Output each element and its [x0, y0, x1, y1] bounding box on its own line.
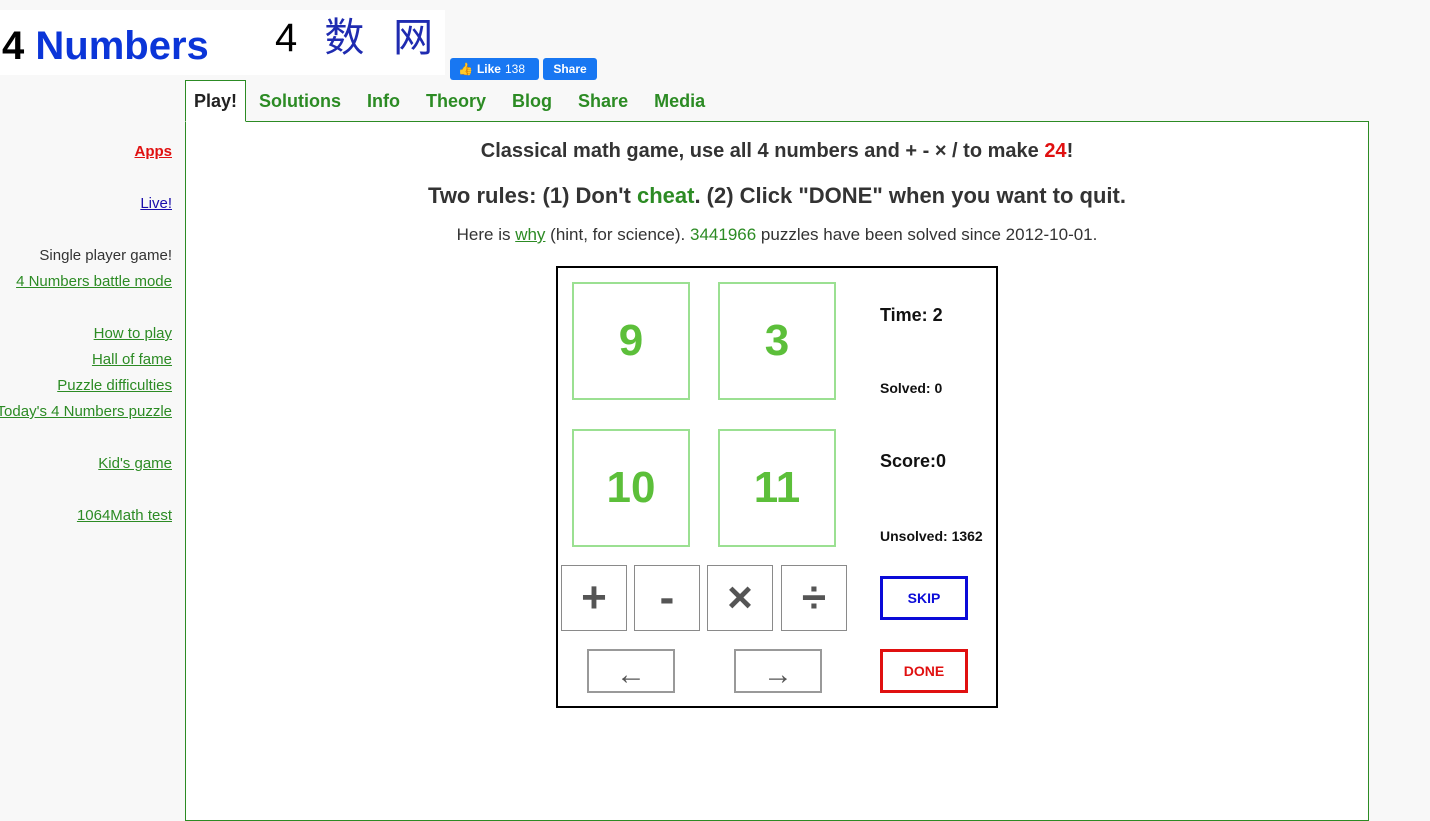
sidebar-link-battle-mode[interactable]: 4 Numbers battle mode	[16, 273, 172, 290]
tab-blog[interactable]: Blog	[499, 80, 565, 122]
logo-cn-four: 4	[275, 16, 306, 60]
headline-suffix: !	[1066, 140, 1074, 162]
game-board: 9 3 10 11 Time: 2 Solved: 0 Score:0 Unso…	[556, 266, 998, 708]
sidebar-link-kids-game[interactable]: Kid's game	[98, 455, 172, 472]
tab-media[interactable]: Media	[641, 80, 718, 122]
why-link[interactable]: why	[515, 225, 545, 244]
number-card-2[interactable]: 3	[718, 282, 836, 400]
sidebar-link-how-to-play[interactable]: How to play	[94, 325, 172, 342]
share-label: Share	[553, 62, 587, 76]
number-card-4[interactable]: 11	[718, 429, 836, 547]
solved-display: Solved: 0	[880, 380, 943, 396]
like-count: 138	[504, 62, 525, 76]
minus-button[interactable]: -	[634, 565, 700, 631]
hint-prefix: Here is	[456, 225, 516, 244]
skip-button[interactable]: SKIP	[880, 576, 968, 620]
cheat-link[interactable]: cheat	[637, 183, 694, 208]
logo-cn-chars: 数 网	[324, 15, 442, 61]
tab-theory[interactable]: Theory	[413, 80, 499, 122]
tab-play[interactable]: Play!	[185, 80, 247, 122]
thumbs-up-icon: 👍	[458, 62, 473, 76]
multiply-button[interactable]: ×	[707, 565, 773, 631]
rules-prefix: Two rules: (1) Don't	[428, 183, 637, 208]
sidebar-link-apps[interactable]: Apps	[135, 143, 173, 160]
number-card-1[interactable]: 9	[572, 282, 690, 400]
sidebar-link-todays-puzzle[interactable]: Today's 4 Numbers puzzle	[0, 403, 172, 420]
hint-suffix: puzzles have been solved since 2012-10-0…	[756, 225, 1098, 244]
headline-target-number: 24	[1044, 140, 1067, 162]
game-headline: Classical math game, use all 4 numbers a…	[186, 140, 1368, 163]
tab-info[interactable]: Info	[354, 80, 413, 122]
undo-arrow-button[interactable]: ←	[587, 649, 675, 693]
facebook-like-button[interactable]: 👍 Like 138	[450, 58, 539, 80]
sidebar-single-player-text: Single player game!	[39, 247, 172, 264]
game-rules: Two rules: (1) Don't cheat. (2) Click "D…	[186, 183, 1368, 209]
logo-en-four: 4	[2, 24, 25, 68]
logo-chinese: 4 数 网	[275, 18, 441, 58]
logo-english: 4 Numbers	[2, 26, 209, 66]
number-card-3[interactable]: 10	[572, 429, 690, 547]
nav-tabs: Play! Solutions Info Theory Blog Share M…	[185, 80, 718, 122]
site-logo[interactable]: 4 Numbers 4 数 网	[0, 10, 445, 75]
divide-button[interactable]: ÷	[781, 565, 847, 631]
science-hint: Here is why (hint, for science). 3441966…	[186, 225, 1368, 245]
plus-button[interactable]: +	[561, 565, 627, 631]
sidebar-link-hall-of-fame[interactable]: Hall of fame	[92, 351, 172, 368]
hint-middle: (hint, for science).	[545, 225, 690, 244]
logo-en-word: Numbers	[35, 24, 209, 68]
facebook-share-button[interactable]: Share	[543, 58, 597, 80]
done-button[interactable]: DONE	[880, 649, 968, 693]
time-display: Time: 2	[880, 305, 943, 325]
solved-count: 3441966	[690, 225, 757, 244]
rules-suffix: . (2) Click "DONE" when you want to quit…	[694, 183, 1126, 208]
tab-solutions[interactable]: Solutions	[246, 80, 354, 122]
unsolved-display: Unsolved: 1362	[880, 528, 983, 544]
headline-text: Classical math game, use all 4 numbers a…	[480, 140, 1045, 162]
redo-arrow-button[interactable]: →	[734, 649, 822, 693]
score-display: Score:0	[880, 451, 947, 471]
tab-share[interactable]: Share	[565, 80, 641, 122]
sidebar-link-puzzle-difficulties[interactable]: Puzzle difficulties	[57, 377, 172, 394]
like-label: Like	[476, 62, 501, 76]
sidebar-link-live[interactable]: Live!	[140, 195, 172, 212]
sidebar-link-math-test[interactable]: 1064Math test	[77, 507, 172, 524]
